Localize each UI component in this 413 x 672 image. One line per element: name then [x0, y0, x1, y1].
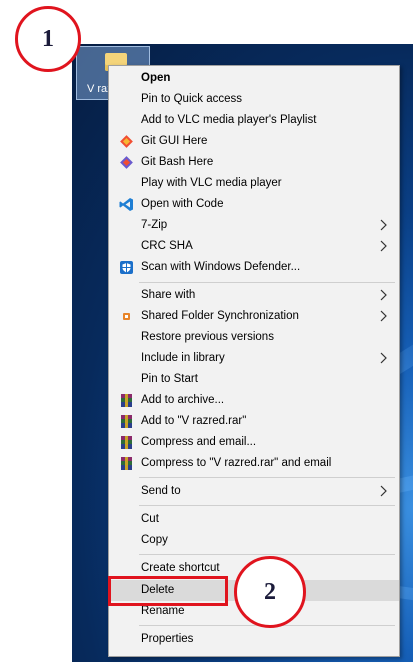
menu-item-add-vlc-playlist[interactable]: Add to VLC media player's Playlist: [109, 110, 399, 131]
menu-item-label: CRC SHA: [141, 240, 193, 252]
git-bash-icon: [119, 155, 134, 170]
step-number: 1: [42, 26, 54, 52]
menu-separator: [139, 554, 395, 555]
menu-item-label: Scan with Windows Defender...: [141, 261, 301, 273]
menu-item-open-with-code[interactable]: Open with Code: [109, 194, 399, 215]
menu-item-label: Include in library: [141, 352, 225, 364]
winrar-icon: [119, 456, 134, 471]
menu-item-add-rar[interactable]: Add to "V razred.rar": [109, 411, 399, 432]
winrar-icon: [119, 393, 134, 408]
menu-item-share-with[interactable]: Share with: [109, 285, 399, 306]
menu-item-label: Create shortcut: [141, 562, 220, 574]
menu-item-label: Open with Code: [141, 198, 224, 210]
menu-item-compress-rar-email[interactable]: Compress to "V razred.rar" and email: [109, 453, 399, 474]
menu-item-label: Add to "V razred.rar": [141, 415, 247, 427]
menu-item-label: Git GUI Here: [141, 135, 208, 147]
menu-item-label: Play with VLC media player: [141, 177, 282, 189]
windows-defender-icon: [119, 260, 134, 275]
menu-item-label: Restore previous versions: [141, 331, 274, 343]
menu-item-include-library[interactable]: Include in library: [109, 348, 399, 369]
git-gui-icon: [119, 134, 134, 149]
menu-item-label: Compress and email...: [141, 436, 257, 448]
menu-separator: [139, 505, 395, 506]
menu-item-open[interactable]: Open: [109, 68, 399, 89]
menu-item-7zip[interactable]: 7-Zip: [109, 215, 399, 236]
menu-item-properties[interactable]: Properties: [109, 629, 399, 650]
menu-item-copy[interactable]: Copy: [109, 530, 399, 551]
menu-item-scan-defender[interactable]: Scan with Windows Defender...: [109, 257, 399, 278]
winrar-icon: [119, 414, 134, 429]
menu-item-label: Compress to "V razred.rar" and email: [141, 457, 332, 469]
chevron-right-icon: [379, 288, 389, 302]
menu-item-label: Add to VLC media player's Playlist: [141, 114, 317, 126]
menu-item-send-to[interactable]: Send to: [109, 481, 399, 502]
delete-highlight-box: [108, 576, 228, 606]
menu-item-label: Pin to Start: [141, 373, 198, 385]
menu-item-shared-folder-sync[interactable]: Shared Folder Synchronization: [109, 306, 399, 327]
menu-item-label: Git Bash Here: [141, 156, 214, 168]
menu-item-label: Properties: [141, 633, 194, 645]
menu-item-label: Share with: [141, 289, 196, 301]
menu-item-add-archive[interactable]: Add to archive...: [109, 390, 399, 411]
menu-item-label: Pin to Quick access: [141, 93, 242, 105]
menu-item-pin-start[interactable]: Pin to Start: [109, 369, 399, 390]
menu-item-label: Rename: [141, 605, 185, 617]
menu-item-label: Cut: [141, 513, 159, 525]
chevron-right-icon: [379, 484, 389, 498]
sync-icon: [119, 309, 134, 324]
menu-item-git-bash[interactable]: Git Bash Here: [109, 152, 399, 173]
menu-item-compress-email[interactable]: Compress and email...: [109, 432, 399, 453]
menu-item-label: Copy: [141, 534, 168, 546]
menu-item-label: Send to: [141, 485, 181, 497]
menu-item-label: Add to archive...: [141, 394, 225, 406]
menu-item-crc-sha[interactable]: CRC SHA: [109, 236, 399, 257]
chevron-right-icon: [379, 351, 389, 365]
menu-separator: [139, 477, 395, 478]
menu-item-git-gui[interactable]: Git GUI Here: [109, 131, 399, 152]
vscode-icon: [119, 197, 134, 212]
menu-item-label: Shared Folder Synchronization: [141, 310, 299, 322]
chevron-right-icon: [379, 218, 389, 232]
step-number: 2: [264, 579, 276, 605]
chevron-right-icon: [379, 309, 389, 323]
winrar-icon: [119, 435, 134, 450]
menu-item-play-vlc[interactable]: Play with VLC media player: [109, 173, 399, 194]
step-1-annotation: 1: [15, 6, 81, 72]
menu-item-cut[interactable]: Cut: [109, 509, 399, 530]
menu-item-label: 7-Zip: [141, 219, 168, 231]
chevron-right-icon: [379, 239, 389, 253]
menu-item-label: Open: [141, 72, 171, 84]
menu-item-restore-versions[interactable]: Restore previous versions: [109, 327, 399, 348]
menu-item-pin-quick-access[interactable]: Pin to Quick access: [109, 89, 399, 110]
step-2-annotation: 2: [234, 556, 306, 628]
menu-separator: [139, 282, 395, 283]
